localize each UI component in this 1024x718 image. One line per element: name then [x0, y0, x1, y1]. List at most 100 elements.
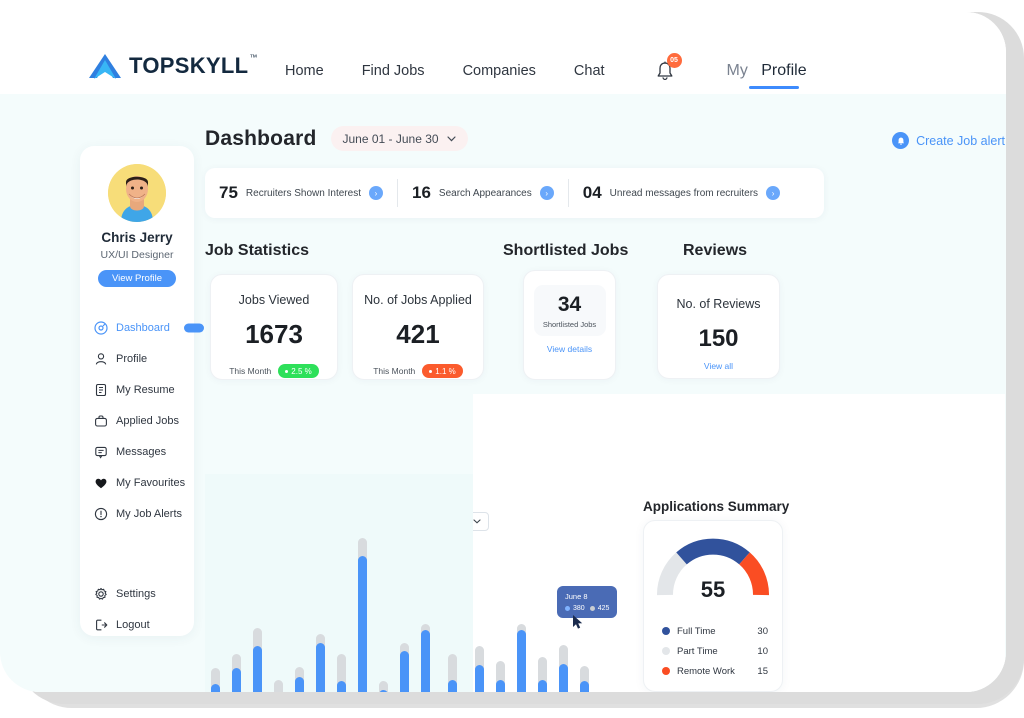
applications-gauge-card[interactable]: 55 Full Time 30 Part Time 10 [643, 520, 783, 692]
view-all-link[interactable]: View all [658, 361, 779, 371]
sidebar-label-logout: Logout [116, 619, 150, 631]
sidebar-label-my-job-alerts: My Job Alerts [116, 508, 182, 520]
stat-label: Unread messages from recruiters [610, 188, 758, 199]
chart-bar[interactable] [532, 536, 553, 692]
chart-bar[interactable] [469, 536, 490, 692]
date-range-label: June 01 - June 30 [343, 132, 439, 146]
document-icon [93, 382, 108, 397]
nav-profile-my: My [727, 62, 748, 79]
sidebar-label-my-favourites: My Favourites [116, 477, 185, 489]
gear-icon [93, 586, 108, 601]
shortlisted-tile: 34 Shortlisted Jobs [534, 285, 606, 336]
tooltip-grey-value: 425 [598, 605, 610, 612]
chevron-right-icon[interactable]: › [540, 186, 554, 200]
shortlisted-label: Shortlisted Jobs [534, 320, 606, 329]
view-details-link[interactable]: View details [524, 344, 615, 354]
chart-bar[interactable] [331, 536, 352, 692]
stat-label: Search Appearances [439, 188, 532, 199]
user-icon [93, 351, 108, 366]
chart-bar[interactable] [247, 536, 268, 692]
chart-bar[interactable] [352, 536, 373, 692]
card-period: This Month [373, 366, 415, 376]
chart-bar-track [274, 680, 283, 692]
chart-bar-track [337, 654, 346, 692]
sidebar-item-my-job-alerts[interactable]: My Job Alerts [80, 498, 194, 529]
chart-bar-track [295, 667, 304, 692]
card-reviews[interactable]: No. of Reviews 150 View all [657, 274, 780, 379]
nav-item-find-jobs[interactable]: Find Jobs [362, 63, 425, 79]
stat-unread-messages[interactable]: 04 Unread messages from recruiters › [569, 168, 794, 218]
sidebar-item-messages[interactable]: Messages [80, 436, 194, 467]
dashboard-header: Dashboard June 01 - June 30 [205, 126, 468, 151]
sidebar-item-dashboard[interactable]: Dashboard [80, 312, 194, 343]
gauge-legend-full-time: Full Time 30 [662, 621, 768, 641]
chart-bar[interactable] [373, 536, 394, 692]
chart-bar-fill [559, 664, 568, 692]
chart-bar[interactable] [268, 536, 289, 692]
section-title-job-statistics: Job Statistics [205, 242, 309, 260]
create-job-alert-label: Create Job alert [916, 134, 1005, 148]
create-job-alert-button[interactable]: Create Job alert [892, 132, 1005, 149]
stat-recruiters-shown-interest[interactable]: 75 Recruiters Shown Interest › [205, 168, 397, 218]
sidebar-nav-list: Dashboard Profile My Resume [80, 312, 194, 529]
chart-bar-track [211, 668, 220, 692]
sidebar-item-my-resume[interactable]: My Resume [80, 374, 194, 405]
top-navbar: TOPSKYLL ™ Home Find Jobs Companies Chat… [0, 12, 1006, 94]
sidebar-item-logout[interactable]: Logout [80, 609, 194, 640]
notifications-button[interactable]: 05 [655, 60, 675, 82]
sidebar-item-applied-jobs[interactable]: Applied Jobs [80, 405, 194, 436]
chart-bar[interactable] [205, 536, 226, 692]
chart-bar[interactable] [394, 536, 415, 692]
nav-item-companies[interactable]: Companies [463, 63, 536, 79]
chart-bar[interactable] [415, 536, 436, 692]
chart-bar[interactable] [490, 536, 511, 692]
tooltip-grey-value-group: 425 [590, 605, 610, 612]
gauge-legend: Full Time 30 Part Time 10 Remote Work 15 [662, 621, 768, 681]
date-range-selector[interactable]: June 01 - June 30 [331, 126, 468, 151]
message-icon [93, 444, 108, 459]
chart-bar[interactable] [310, 536, 331, 692]
legend-value: 15 [757, 666, 768, 677]
active-tab-indicator [749, 86, 799, 89]
sidebar-item-settings[interactable]: Settings [80, 578, 194, 609]
chart-bar-track [559, 645, 568, 692]
chart-bar-fill [253, 646, 262, 692]
chart-bar[interactable] [436, 536, 469, 692]
heart-icon [93, 475, 108, 490]
chart-bar[interactable] [226, 536, 247, 692]
alert-icon [93, 506, 108, 521]
sidebar-item-profile[interactable]: Profile [80, 343, 194, 374]
page-body: Chris Jerry UX/UI Designer View Profile … [0, 94, 1006, 692]
card-shortlisted-jobs[interactable]: 34 Shortlisted Jobs View details [523, 270, 616, 380]
chart-bar-fill [316, 643, 325, 692]
nav-item-chat[interactable]: Chat [574, 63, 605, 79]
card-caption: Jobs Viewed [211, 293, 337, 307]
brand-logo[interactable]: TOPSKYLL ™ [88, 52, 257, 82]
chart-bar[interactable] [511, 536, 532, 692]
chart-bar-fill [295, 677, 304, 692]
legend-dot-icon [662, 647, 670, 655]
chart-bar[interactable] [289, 536, 310, 692]
sidebar-item-my-favourites[interactable]: My Favourites [80, 467, 194, 498]
card-jobs-applied[interactable]: No. of Jobs Applied 421 This Month 1.1 % [352, 274, 484, 380]
chevron-right-icon[interactable]: › [766, 186, 780, 200]
chart-bar-track [517, 624, 526, 692]
nav-profile-label: Profile [761, 62, 806, 79]
chart-bar-fill [337, 681, 346, 692]
nav-item-home[interactable]: Home [285, 63, 324, 79]
legend-label: Full Time [677, 626, 757, 637]
chart-bar-fill [538, 680, 547, 692]
topskyll-arrow-icon [88, 52, 122, 82]
stat-search-appearances[interactable]: 16 Search Appearances › [398, 168, 568, 218]
card-jobs-viewed[interactable]: Jobs Viewed 1673 This Month 2.5 % [210, 274, 338, 380]
chart-bar-track [400, 643, 409, 692]
sidebar-label-applied-jobs: Applied Jobs [116, 415, 179, 427]
view-profile-button[interactable]: View Profile [98, 270, 176, 287]
chevron-right-icon[interactable]: › [369, 186, 383, 200]
shortlisted-value: 34 [534, 293, 606, 317]
section-title-shortlisted-jobs: Shortlisted Jobs [503, 242, 628, 260]
gauge-legend-part-time: Part Time 10 [662, 641, 768, 661]
avatar[interactable] [108, 164, 166, 222]
chart-bar-track [496, 661, 505, 692]
nav-item-my-profile[interactable]: My Profile [727, 62, 807, 80]
